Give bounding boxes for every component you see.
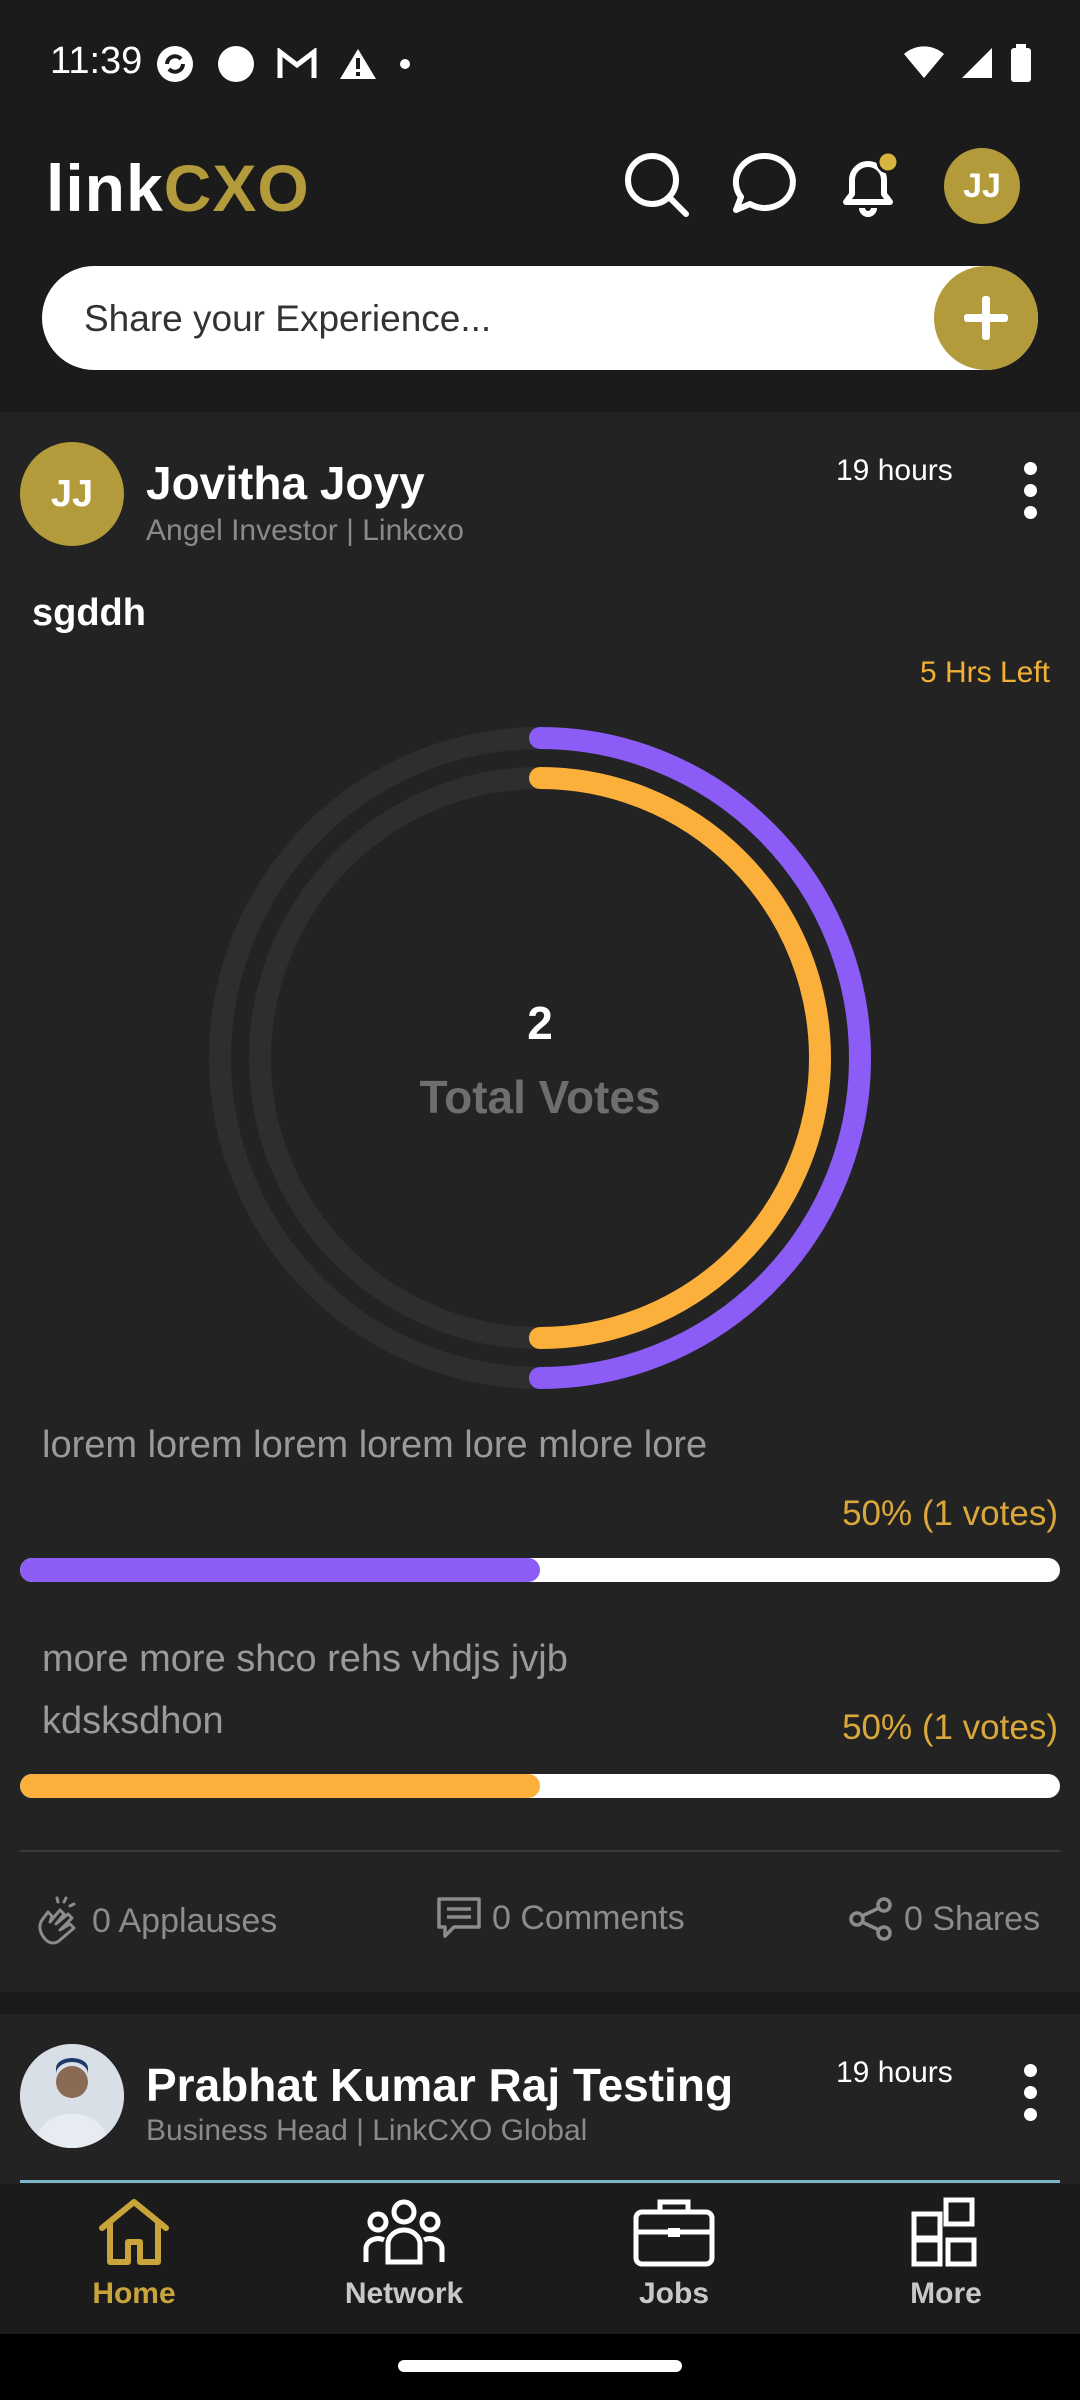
- status-system-icons: [904, 44, 1032, 82]
- status-notification-icons: [155, 44, 411, 84]
- grid-icon: [911, 2197, 977, 2267]
- post2-author-avatar[interactable]: [20, 2044, 124, 2148]
- home-icon: [99, 2199, 169, 2265]
- status-time: 11:39: [50, 40, 143, 82]
- comment-count: 0 Comments: [492, 1898, 685, 1937]
- poll-option-2-bar-fill: [20, 1774, 540, 1798]
- poll-option-2-percent: 50% (1 votes): [842, 1708, 1058, 1747]
- share-count: 0 Shares: [904, 1899, 1041, 1938]
- network-icon: [363, 2199, 445, 2265]
- dot-icon: [400, 59, 410, 69]
- comment-button[interactable]: 0 Comments: [436, 1896, 685, 1940]
- total-votes-count: 2: [527, 997, 553, 1049]
- gmail-icon: [277, 48, 317, 78]
- comment-icon: [437, 1897, 481, 1938]
- post-more-options-icon[interactable]: [1020, 462, 1040, 522]
- nav-network[interactable]: Network: [304, 2196, 504, 2311]
- nav-more-label: More: [910, 2277, 982, 2310]
- poll-option-2-text[interactable]: more more shco rehs vhdjs jvjb kdsksdhon: [42, 1628, 722, 1752]
- applause-count: 0 Applauses: [92, 1901, 278, 1940]
- post-author-subtitle: Angel Investor | Linkcxo: [146, 514, 464, 547]
- post-divider: [20, 1850, 1060, 1852]
- post-author-avatar[interactable]: JJ: [20, 442, 124, 546]
- share-placeholder: Share your Experience...: [84, 298, 492, 339]
- circle-icon: [218, 46, 254, 82]
- poll-option-1-percent: 50% (1 votes): [842, 1494, 1058, 1533]
- notification-bell-icon[interactable]: [832, 148, 904, 220]
- nav-home[interactable]: Home: [34, 2196, 234, 2311]
- post2-timestamp: 19 hours: [836, 2056, 953, 2089]
- poll-option-1-bar-fill: [20, 1558, 540, 1582]
- battery-icon: [1011, 44, 1031, 82]
- nav-jobs-label: Jobs: [638, 2277, 710, 2310]
- poll-option-2-bar: [20, 1774, 1060, 1798]
- applause-button[interactable]: 0 Applauses: [32, 1896, 277, 1946]
- add-post-button[interactable]: [934, 266, 1038, 370]
- applause-icon: [38, 1896, 76, 1945]
- share-experience-input[interactable]: Share your Experience...: [42, 266, 1038, 370]
- signal-icon: [962, 48, 992, 78]
- poll-option-1-text[interactable]: lorem lorem lorem lorem lore mlore lore: [42, 1414, 722, 1476]
- home-gesture-bar[interactable]: [398, 2360, 682, 2372]
- share-button[interactable]: 0 Shares: [848, 1896, 1040, 1942]
- total-votes-label: Total Votes: [419, 1071, 661, 1123]
- person-photo-icon: [20, 2044, 124, 2148]
- share-icon: [849, 1897, 892, 1941]
- post-timestamp: 19 hours: [836, 454, 953, 487]
- linkcxo-logo[interactable]: linkCXO: [46, 150, 310, 226]
- poll-donut-chart: [209, 727, 871, 1389]
- briefcase-icon: [633, 2199, 715, 2267]
- poll-option-1-bar: [20, 1558, 1060, 1582]
- poll-time-left: 5 Hrs Left: [919, 656, 1050, 689]
- profile-avatar[interactable]: JJ: [944, 148, 1020, 224]
- plus-icon: [964, 296, 1008, 340]
- nav-more[interactable]: More: [846, 2196, 1046, 2311]
- sync-icon: [157, 46, 193, 82]
- nav-home-label: Home: [92, 2277, 176, 2310]
- warning-icon: [340, 49, 376, 79]
- search-icon[interactable]: [620, 148, 692, 220]
- chat-icon[interactable]: [728, 148, 800, 220]
- post-author-name[interactable]: Jovitha Joyy: [146, 456, 425, 510]
- poll-title: sgddh: [32, 592, 146, 634]
- nav-jobs[interactable]: Jobs: [574, 2196, 774, 2311]
- nav-network-label: Network: [344, 2277, 464, 2310]
- post2-content-edge: [20, 2180, 1060, 2183]
- wifi-icon: [904, 46, 944, 78]
- post2-author-name[interactable]: Prabhat Kumar Raj Testing: [146, 2058, 733, 2112]
- post2-author-subtitle: Business Head | LinkCXO Global: [146, 2114, 588, 2147]
- post2-more-options-icon[interactable]: [1020, 2064, 1040, 2124]
